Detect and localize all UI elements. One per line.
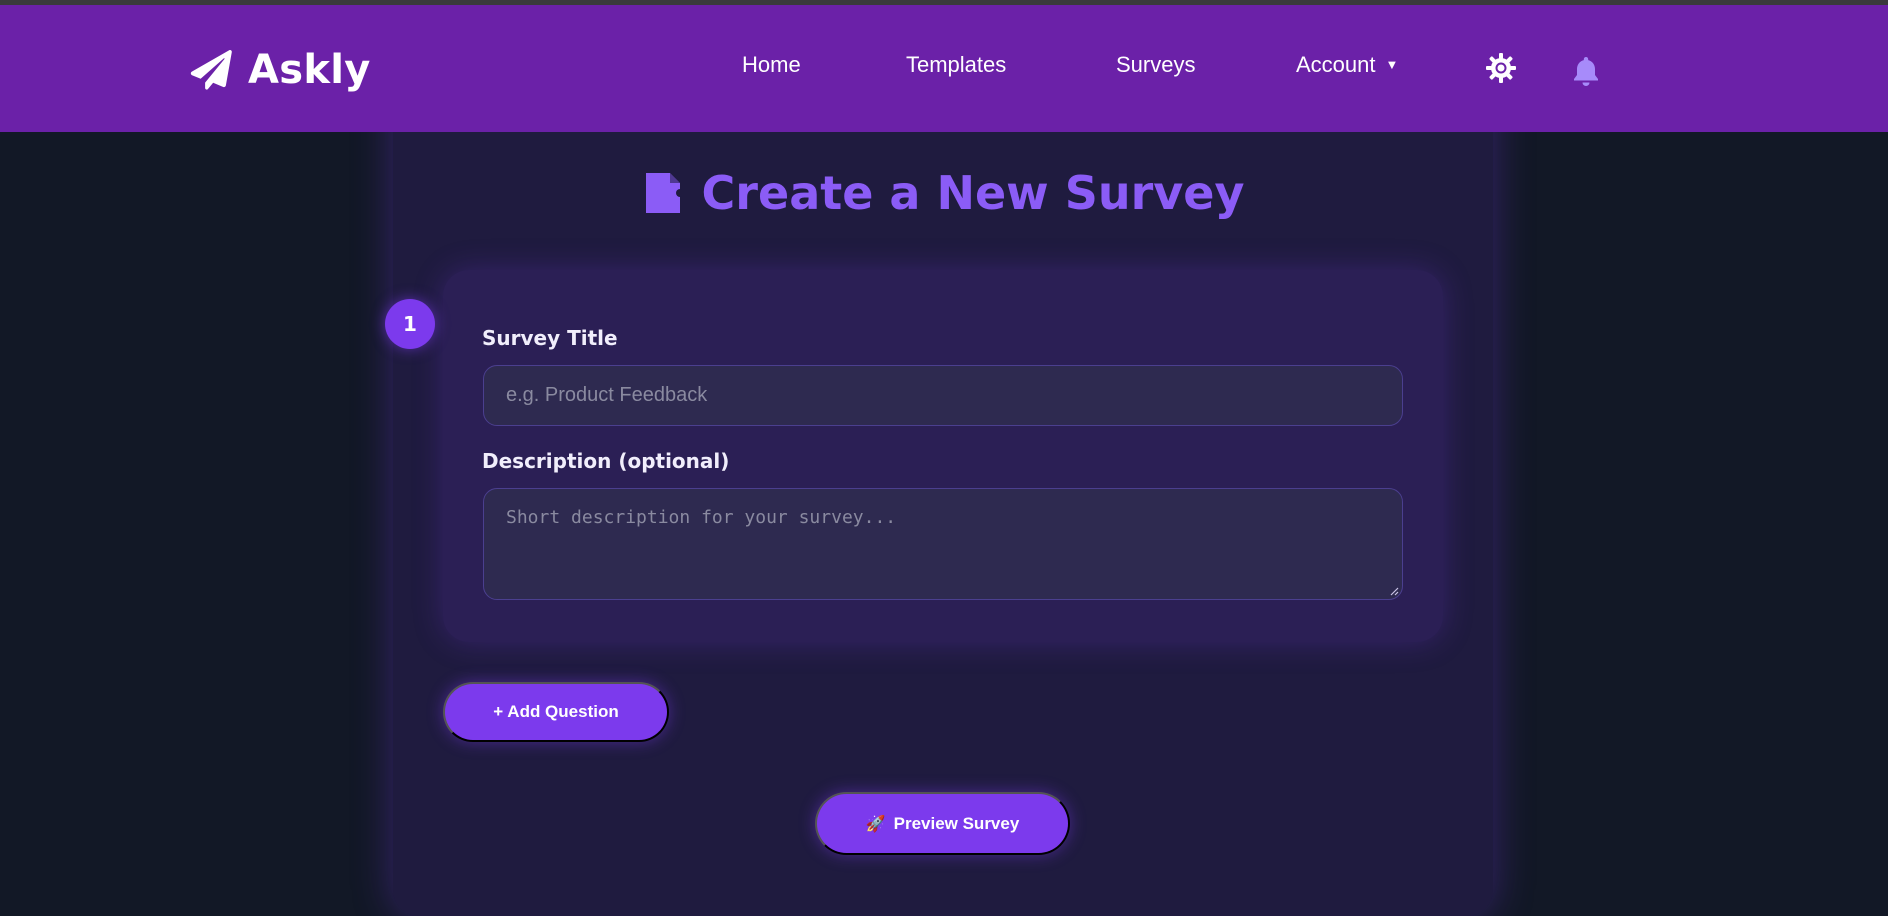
description-placeholder: Short description for your survey...: [506, 507, 897, 528]
navbar: Askly Home Templates Surveys Account ▼: [0, 5, 1888, 132]
step-badge: 1: [385, 299, 435, 349]
chevron-down-icon: ▼: [1385, 57, 1399, 72]
nav-templates[interactable]: Templates: [906, 52, 1006, 78]
page-title: Create a New Survey: [701, 166, 1245, 220]
logo[interactable]: Askly: [190, 47, 371, 93]
survey-title-input[interactable]: e.g. Product Feedback: [483, 365, 1403, 426]
description-textarea[interactable]: Short description for your survey...: [483, 488, 1403, 600]
bell-icon[interactable]: [1572, 55, 1600, 87]
description-label: Description (optional): [482, 449, 730, 473]
document-icon: [645, 173, 682, 213]
page-heading: Create a New Survey: [0, 166, 1888, 220]
paper-plane-icon: [190, 49, 232, 90]
app-name: Askly: [248, 47, 371, 93]
preview-survey-label: Preview Survey: [893, 813, 1020, 833]
rocket-icon: 🚀: [865, 815, 886, 833]
preview-survey-button[interactable]: 🚀 Preview Survey: [815, 792, 1070, 855]
add-question-button[interactable]: + Add Question: [443, 682, 669, 742]
resize-handle-icon[interactable]: [1390, 587, 1399, 596]
nav-home[interactable]: Home: [742, 52, 801, 78]
nav-account-label: Account: [1296, 52, 1376, 77]
survey-title-label: Survey Title: [482, 326, 618, 350]
gear-icon[interactable]: [1485, 52, 1517, 84]
nav-account[interactable]: Account ▼: [1296, 52, 1398, 78]
nav-surveys[interactable]: Surveys: [1116, 52, 1195, 78]
